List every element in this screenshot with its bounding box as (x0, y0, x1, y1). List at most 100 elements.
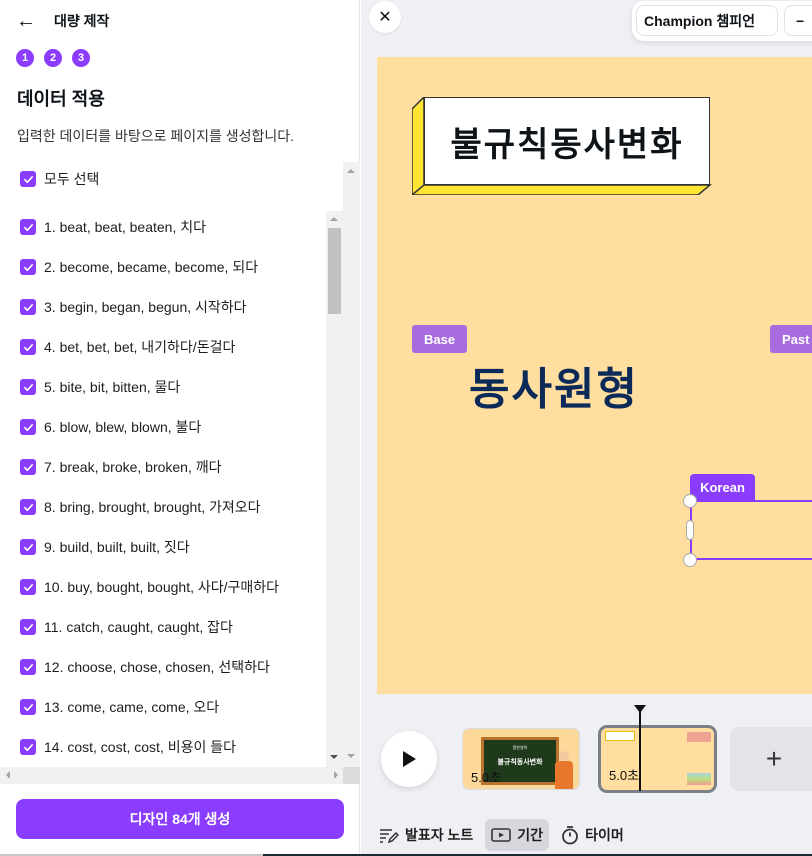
data-row-checkbox[interactable]: 10. buy, bought, bought, 사다/구매하다 (20, 577, 279, 597)
data-row-checkbox[interactable]: 4. bet, bet, bet, 내기하다/돈걸다 (20, 337, 235, 357)
step-indicator: 1 2 3 (16, 49, 90, 67)
checkbox-checked-icon (20, 379, 36, 395)
teacher-illustration (555, 751, 573, 789)
thumb-title-box (605, 731, 635, 741)
generate-designs-button[interactable]: 디자인 84개 생성 (16, 799, 344, 839)
field-tag-past[interactable]: Past (770, 325, 812, 353)
field-tag-base[interactable]: Base (412, 325, 468, 353)
data-row-label: 7. break, broke, broken, 깨다 (44, 459, 222, 475)
data-row-checkbox[interactable]: 12. choose, chose, chosen, 선택하다 (20, 657, 270, 677)
resize-handle-top-left[interactable] (683, 494, 697, 508)
editor-area: ✕ Champion 챔피언 − 불규칙동사변화 Base Past 동사원형 … (361, 0, 812, 856)
data-row-label: 6. blow, blew, blown, 불다 (44, 419, 202, 435)
notes-pen-icon (380, 829, 399, 843)
stopwatch-icon (562, 826, 578, 845)
scroll-left-arrow-icon[interactable] (6, 771, 10, 779)
scrollbar-corner (343, 767, 360, 784)
page-thumbnail-2[interactable]: 5.0초 (598, 725, 717, 793)
data-row-label: 3. begin, began, begun, 시작하다 (44, 299, 247, 315)
duration-button[interactable]: 기간 (485, 819, 550, 851)
data-row-checkbox[interactable]: 14. cost, cost, cost, 비용이 들다 (20, 737, 236, 757)
checkbox-checked-icon (20, 539, 36, 555)
data-row-checkbox[interactable]: 11. catch, caught, caught, 잡다 (20, 617, 233, 637)
inner-scroll-up-arrow-icon[interactable] (330, 217, 338, 221)
field-tag-korean[interactable]: Korean (690, 474, 755, 501)
select-all-label: 모두 선택 (44, 171, 100, 187)
resize-handle-left[interactable] (686, 520, 694, 540)
bottom-toolbar: 발표자 노트 기간 타이머 (373, 819, 630, 851)
data-row-label: 11. catch, caught, caught, 잡다 (44, 619, 233, 635)
inner-scroll-down-arrow-icon[interactable] (330, 755, 338, 759)
data-row-checkbox[interactable]: 6. blow, blew, blown, 불다 (20, 417, 201, 437)
checkbox-checked-icon (20, 579, 36, 595)
data-row-label: 4. bet, bet, bet, 내기하다/돈걸다 (44, 339, 236, 355)
checkbox-checked-icon (20, 259, 36, 275)
thumb-title: 불규칙동사변화 (497, 759, 543, 766)
font-size-decrease-button[interactable]: − (784, 5, 812, 36)
checkbox-checked-icon (20, 219, 36, 235)
scrollbar-thumb[interactable] (328, 228, 341, 314)
data-row-checkbox[interactable]: 8. bring, brought, brought, 가져오다 (20, 497, 261, 517)
thumb-subtitle: 알찬영어 (512, 745, 528, 750)
data-row-label: 1. beat, beat, beaten, 치다 (44, 219, 206, 235)
select-all-checkbox[interactable]: 모두 선택 (20, 169, 99, 189)
slide-title[interactable]: 불규칙동사변화 (424, 97, 710, 185)
section-description: 입력한 데이터를 바탕으로 페이지를 생성합니다. (17, 128, 295, 144)
data-row-label: 5. bite, bit, bitten, 물다 (44, 379, 181, 395)
add-page-button[interactable]: + (730, 727, 812, 791)
design-canvas[interactable]: 불규칙동사변화 Base Past 동사원형 Korean (377, 57, 812, 694)
section-title: 데이터 적용 (17, 89, 105, 109)
selected-text-box[interactable] (690, 500, 812, 560)
horizontal-scrollbar[interactable] (0, 767, 360, 784)
checkbox-checked-icon (20, 419, 36, 435)
data-row-label: 12. choose, chose, chosen, 선택하다 (44, 659, 270, 675)
checkbox-checked-icon (20, 459, 36, 475)
data-row-label: 14. cost, cost, cost, 비용이 들다 (44, 739, 237, 755)
data-row-label: 2. become, became, become, 되다 (44, 259, 259, 275)
playhead[interactable] (639, 705, 641, 791)
base-form-heading[interactable]: 동사원형 (469, 353, 639, 417)
timer-label: 타이머 (585, 827, 624, 843)
thumb-decoration (687, 732, 711, 742)
text-toolbar: Champion 챔피언 − (632, 1, 812, 41)
step-3[interactable]: 3 (72, 49, 90, 67)
data-row-checkbox[interactable]: 3. begin, began, begun, 시작하다 (20, 297, 247, 317)
step-1[interactable]: 1 (16, 49, 34, 67)
checkbox-checked-icon (20, 619, 36, 635)
data-row-checkbox[interactable]: 5. bite, bit, bitten, 물다 (20, 377, 180, 397)
data-row-checkbox[interactable]: 13. come, came, come, 오다 (20, 697, 219, 717)
play-icon[interactable] (381, 731, 437, 787)
checkbox-checked-icon (20, 699, 36, 715)
data-row-checkbox[interactable]: 9. build, built, built, 짓다 (20, 537, 190, 557)
page-thumbnail-1[interactable]: 알찬영어 불규칙동사변화 5.0초 (462, 728, 580, 790)
panel-header: ← 대량 제작 (16, 10, 109, 32)
page-duration: 5.0초 (609, 768, 640, 783)
arrow-left-icon[interactable]: ← (16, 11, 38, 31)
duration-play-icon (491, 828, 512, 842)
scroll-up-arrow-icon[interactable] (347, 169, 355, 173)
page-duration: 5.0초 (471, 770, 502, 785)
data-row-label: 9. build, built, built, 짓다 (44, 539, 190, 555)
outer-vertical-scrollbar[interactable] (343, 162, 360, 767)
data-row-checkbox[interactable]: 7. break, broke, broken, 깨다 (20, 457, 222, 477)
data-row-checkbox[interactable]: 1. beat, beat, beaten, 치다 (20, 217, 206, 237)
step-2[interactable]: 2 (44, 49, 62, 67)
data-row-label: 13. come, came, come, 오다 (44, 699, 220, 715)
font-family-select[interactable]: Champion 챔피언 (636, 5, 778, 36)
timer-button[interactable]: 타이머 (555, 819, 630, 851)
close-icon[interactable]: ✕ (369, 1, 401, 33)
resize-handle-bottom-left[interactable] (683, 553, 697, 567)
duration-label: 기간 (517, 827, 544, 843)
scroll-right-arrow-icon[interactable] (334, 771, 338, 779)
title-3d-box[interactable]: 불규칙동사변화 (412, 97, 712, 195)
bulk-create-panel: ← 대량 제작 1 2 3 데이터 적용 입력한 데이터를 바탕으로 페이지를 … (0, 0, 360, 856)
checkbox-checked-icon (20, 339, 36, 355)
checkbox-checked-icon (20, 171, 36, 187)
data-row-label: 10. buy, bought, bought, 사다/구매하다 (44, 579, 280, 595)
data-row-checkbox[interactable]: 2. become, became, become, 되다 (20, 257, 258, 277)
panel-title: 대량 제작 (54, 13, 110, 29)
presenter-notes-label: 발표자 노트 (405, 827, 474, 843)
thumb-decoration-2 (687, 773, 711, 785)
scroll-down-arrow-icon[interactable] (347, 754, 355, 758)
presenter-notes-button[interactable]: 발표자 노트 (373, 819, 479, 851)
